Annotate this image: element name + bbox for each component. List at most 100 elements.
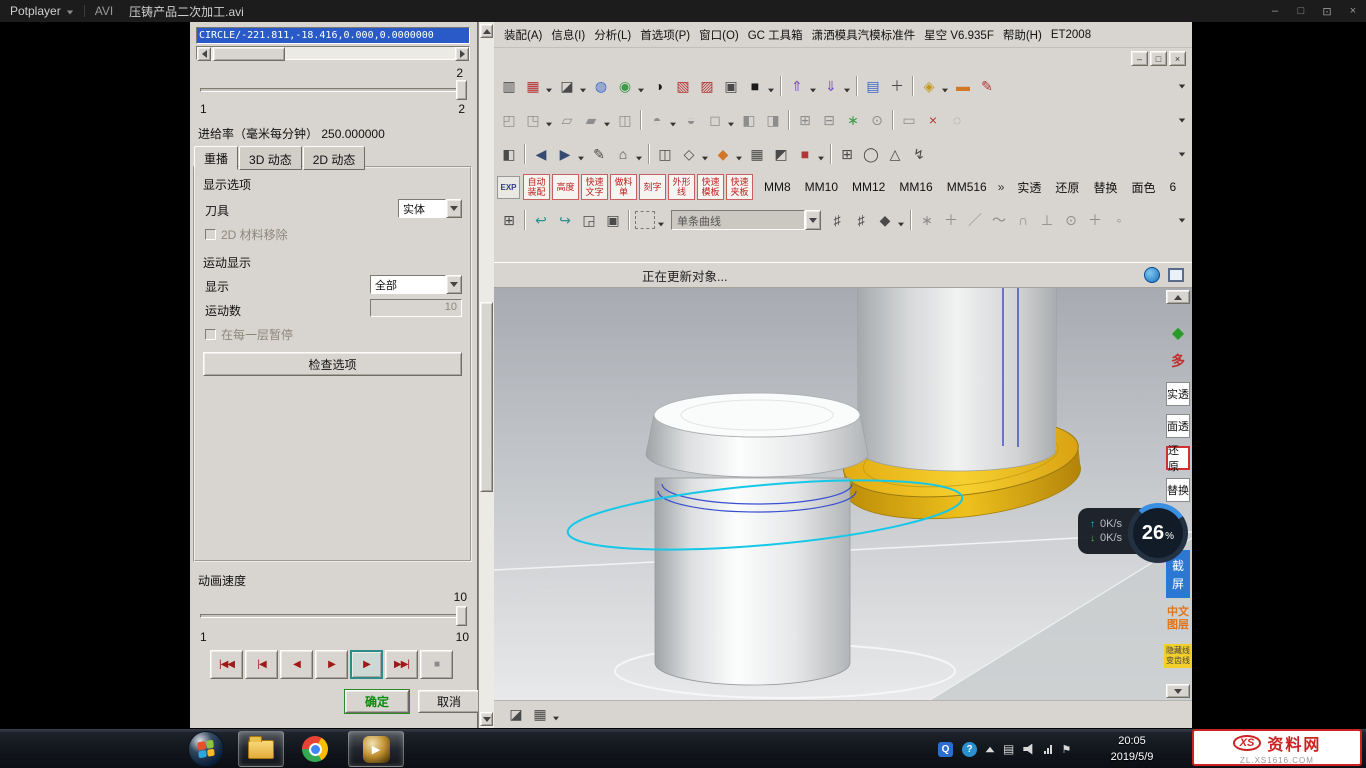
toolbar-icon[interactable]: ↯ xyxy=(907,143,931,165)
play-backward-button[interactable]: ◀ xyxy=(280,650,313,679)
help-tray-icon[interactable]: ? xyxy=(962,742,977,757)
toolbar-overflow-icon[interactable] xyxy=(1179,152,1185,156)
back-icon[interactable]: ◀ xyxy=(529,143,553,165)
toolbar-icon[interactable]: ▣ xyxy=(719,75,743,97)
update-indicator-icon[interactable] xyxy=(1144,267,1160,283)
toolbar-icon[interactable]: ◌ xyxy=(945,109,969,131)
scroll-thumb[interactable] xyxy=(213,47,285,61)
diamond-tool-icon[interactable]: ◆ xyxy=(1166,322,1190,344)
toolbar-icon[interactable]: ▥ xyxy=(497,75,521,97)
toolbar-icon[interactable]: × xyxy=(921,109,945,131)
toolbar-icon[interactable]: ∗ xyxy=(841,109,865,131)
snap-point-icon[interactable]: ＋ xyxy=(1083,209,1107,231)
curve-rule-combobox[interactable]: 单条曲线 xyxy=(671,210,821,230)
toolbar-icon[interactable]: ▭ xyxy=(897,109,921,131)
quick-template-button[interactable]: 快速模板 xyxy=(697,174,724,200)
replace-button[interactable]: 替换 xyxy=(1166,478,1190,502)
mm12-button[interactable]: MM12 xyxy=(847,180,890,194)
show-combobox[interactable]: 全部 xyxy=(370,275,462,294)
show-hidden-icons[interactable] xyxy=(986,746,995,752)
hidden-lines-button[interactable]: 隐藏线变齿线 xyxy=(1164,644,1192,668)
mm516-button[interactable]: MM516 xyxy=(942,180,992,194)
toolbar-icon[interactable]: ⊙ xyxy=(865,109,889,131)
menu-et2008[interactable]: ET2008 xyxy=(1051,29,1091,41)
menu-mold-standard-parts[interactable]: 潇洒模具汽模标准件 xyxy=(812,27,916,43)
stop-button[interactable]: ■ xyxy=(420,650,453,679)
progress-circle-widget[interactable]: 26% xyxy=(1128,503,1188,563)
animation-speed-slider-thumb[interactable] xyxy=(456,606,467,626)
toolbar-icon[interactable]: ⊞ xyxy=(497,209,521,231)
toolbar-icon[interactable]: ▤ xyxy=(861,75,885,97)
toolbar-icon[interactable]: ◫ xyxy=(653,143,677,165)
toolbar-icon[interactable]: ◯ xyxy=(859,143,883,165)
toolbar-icon[interactable]: ▬ xyxy=(951,75,975,97)
window-layout-icon[interactable] xyxy=(1168,268,1184,282)
menu-preferences[interactable]: 首选项(P) xyxy=(640,27,690,43)
face-translucent-button[interactable]: 面透 xyxy=(1166,414,1190,438)
maximize-button[interactable]: □ xyxy=(1288,5,1314,18)
toolbar-icon[interactable]: ＋ xyxy=(885,75,909,97)
menu-help[interactable]: 帮助(H) xyxy=(1003,27,1042,43)
restore-button[interactable]: □ xyxy=(1150,51,1167,66)
mm8-button[interactable]: MM8 xyxy=(759,180,796,194)
toolbar-icon[interactable]: ◉ xyxy=(613,75,637,97)
exp-button[interactable]: EXP xyxy=(497,176,520,199)
toolbar-icon[interactable]: ■ xyxy=(743,75,767,97)
model-render[interactable] xyxy=(494,288,1192,700)
animation-speed-slider-track[interactable] xyxy=(200,614,465,618)
cancel-button[interactable]: 取消 xyxy=(418,690,480,713)
menu-assembly[interactable]: 装配(A) xyxy=(504,27,542,43)
toolbar-icon[interactable]: ◪ xyxy=(555,75,579,97)
snap-point-icon[interactable]: ⊙ xyxy=(1059,209,1083,231)
replace-button[interactable]: 替换 xyxy=(1086,179,1124,196)
tab-replay[interactable]: 重播 xyxy=(194,146,238,170)
toolbar-icon[interactable]: ⊞ xyxy=(793,109,817,131)
grid-icon[interactable]: ▦ xyxy=(528,704,552,726)
toolbar-icon[interactable]: ◍ xyxy=(589,75,613,97)
snap-point-icon[interactable]: ＋ xyxy=(939,209,963,231)
step-forward-button[interactable]: ▶ xyxy=(315,650,348,679)
toolbar-icon[interactable]: ◆ xyxy=(711,143,735,165)
scroll-down-button[interactable] xyxy=(480,712,493,726)
menu-window[interactable]: 窗口(O) xyxy=(699,27,739,43)
toolbar-icon[interactable]: ◧ xyxy=(497,143,521,165)
fullscreen-button[interactable]: ⊡ xyxy=(1314,5,1340,18)
taskbar-clock[interactable]: 20:05 2019/5/9 xyxy=(1096,733,1168,765)
tab-3d-dynamic[interactable]: 3D 动态 xyxy=(239,146,302,170)
toolbar-icon[interactable]: ◲ xyxy=(577,209,601,231)
chevron-down-icon[interactable] xyxy=(553,717,559,721)
toolbar-icon[interactable]: ♯ xyxy=(849,209,873,231)
snap-point-icon[interactable]: ／ xyxy=(963,209,987,231)
scroll-up-button[interactable] xyxy=(1166,290,1190,304)
toolbar-icon[interactable]: ◒ xyxy=(679,109,703,131)
face-color-button[interactable]: 面色 xyxy=(1124,179,1162,196)
quick-text-button[interactable]: 快速文字 xyxy=(581,174,608,200)
auto-assembly-button[interactable]: 自动装配 xyxy=(523,174,550,200)
viewport-3d[interactable]: ◆ 多 实透 面透 还原 替换 截屏 中文图层 隐藏线变齿线 xyxy=(494,288,1192,700)
toolbar-icon[interactable]: ◰ xyxy=(497,109,521,131)
toolbar-icon[interactable]: ◩ xyxy=(769,143,793,165)
forward-icon[interactable]: ▶ xyxy=(553,143,577,165)
taskbar-potplayer-button[interactable]: ▶ xyxy=(348,731,404,767)
scroll-left-button[interactable] xyxy=(197,47,211,61)
engrave-button[interactable]: 刻字 xyxy=(639,174,666,200)
taskbar-chrome-button[interactable] xyxy=(292,731,338,767)
toolbar-icon[interactable]: ♯ xyxy=(825,209,849,231)
view-cube-icon[interactable]: ◪ xyxy=(504,704,528,726)
chevron-down-icon[interactable] xyxy=(446,275,462,294)
toolbar-icon[interactable]: ▨ xyxy=(695,75,719,97)
toolbar-icon[interactable]: ⌂ xyxy=(611,143,635,165)
volume-icon[interactable] xyxy=(1023,744,1035,755)
go-to-end-button[interactable]: ▶▶| xyxy=(385,650,418,679)
dialog-vscrollbar[interactable] xyxy=(478,22,494,728)
make-bom-button[interactable]: 做料单 xyxy=(610,174,637,200)
toolbar-overflow-chevron[interactable]: » xyxy=(998,180,1005,194)
toolbar-icon[interactable]: ◆ xyxy=(873,209,897,231)
check-options-button[interactable]: 检查选项 xyxy=(203,352,462,376)
scroll-thumb[interactable] xyxy=(480,302,493,492)
mm10-button[interactable]: MM10 xyxy=(800,180,843,194)
ok-button[interactable]: 确定 xyxy=(345,690,409,713)
snap-point-icon[interactable]: ∗ xyxy=(915,209,939,231)
network-icon[interactable] xyxy=(1044,745,1052,754)
chevron-down-icon[interactable] xyxy=(805,210,821,230)
